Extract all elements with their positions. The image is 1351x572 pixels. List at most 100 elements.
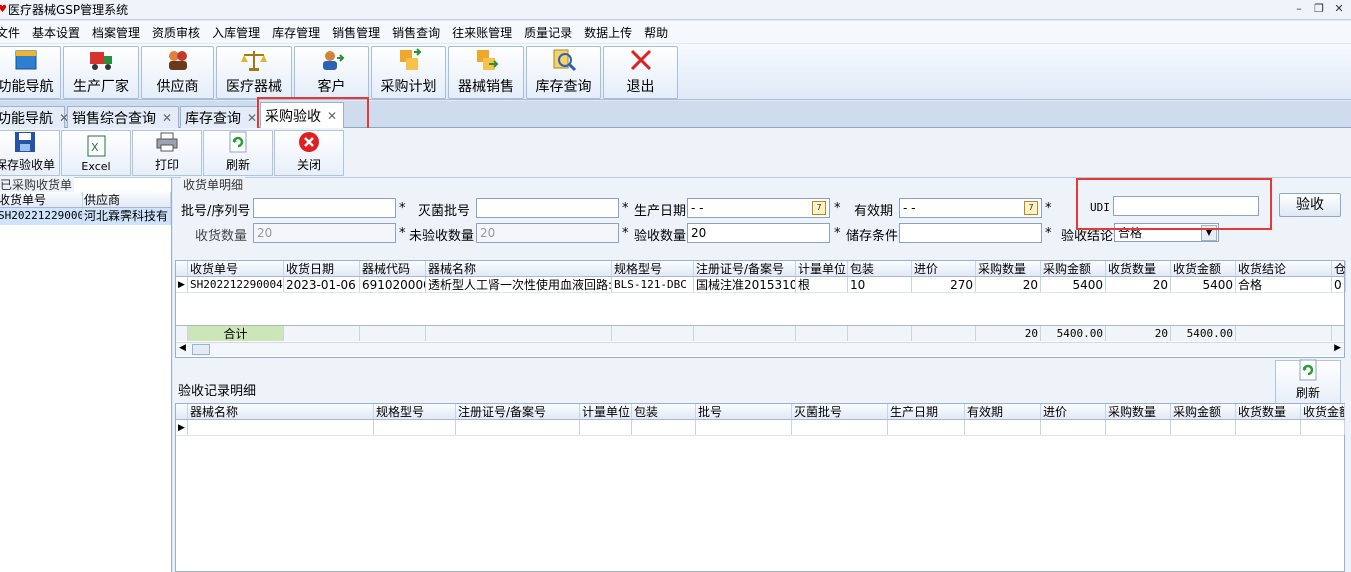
column-header[interactable]: 采购数量 xyxy=(976,261,1041,276)
save-acceptance-button[interactable]: 保存验收单 xyxy=(0,130,60,176)
close-tab-icon[interactable]: ✕ xyxy=(247,111,257,125)
printer-icon xyxy=(156,131,178,153)
column-header[interactable]: 注册证号/备案号 xyxy=(694,261,796,276)
menu-archives[interactable]: 档案管理 xyxy=(86,24,146,41)
close-button[interactable]: 关闭 xyxy=(274,130,344,176)
menu-sales-query[interactable]: 销售查询 xyxy=(386,24,446,41)
scroll-right-icon[interactable]: ▶ xyxy=(1334,343,1341,353)
column-header[interactable]: 器械代码 xyxy=(360,261,426,276)
highlight-box-udi xyxy=(1076,178,1272,230)
purchase-plan-button[interactable]: 采购计划 xyxy=(371,46,446,99)
receipt-list-panel: 已采购收货单 收货单号 供应商 SH202212290004 河北霖霁科技有 xyxy=(0,176,172,572)
column-header[interactable]: 进价 xyxy=(1041,404,1106,419)
menu-accounts[interactable]: 往来账管理 xyxy=(446,24,518,41)
column-header[interactable]: 规格型号 xyxy=(374,404,456,419)
column-header[interactable]: 采购金额 xyxy=(1041,261,1106,276)
menu-inbound[interactable]: 入库管理 xyxy=(206,24,266,41)
menu-quality[interactable]: 质量记录 xyxy=(518,24,578,41)
column-header[interactable]: 收货单号 xyxy=(188,261,284,276)
restore-icon[interactable]: ❐ xyxy=(1311,2,1327,16)
column-header[interactable]: 器械名称 xyxy=(188,404,374,419)
highlight-box-tab xyxy=(257,97,369,131)
sterile-batch-input[interactable] xyxy=(476,198,619,218)
minimize-icon[interactable]: – xyxy=(1291,2,1307,16)
column-header[interactable]: 供应商 xyxy=(83,192,171,207)
column-header[interactable]: 收货数量 xyxy=(1106,261,1171,276)
unaccepted-qty-input[interactable]: 20 xyxy=(476,223,619,243)
main-toolbar: 功能导航 生产厂家 供应商 医疗器械 客户 采购计划 器械销售 库存查询 退出 xyxy=(0,44,1351,100)
table-row[interactable]: ▶ xyxy=(176,420,1345,436)
column-header[interactable]: 收货数量 xyxy=(1236,404,1301,419)
scroll-left-icon[interactable]: ◀ xyxy=(179,343,186,353)
column-header[interactable]: 有效期 xyxy=(965,404,1041,419)
row-indicator-icon: ▶ xyxy=(176,277,188,292)
column-header[interactable]: 包装 xyxy=(632,404,696,419)
expiry-date-input[interactable]: - - xyxy=(899,198,1042,218)
inventory-query-button[interactable]: 库存查询 xyxy=(526,46,601,99)
column-header[interactable]: 包装 xyxy=(848,261,912,276)
tab-sales-query[interactable]: 销售综合查询 ✕ xyxy=(67,106,179,128)
close-window-icon[interactable]: ✕ xyxy=(1331,2,1347,16)
menu-qualification[interactable]: 资质审核 xyxy=(146,24,206,41)
receipt-row[interactable]: SH202212290004 河北霖霁科技有 xyxy=(0,208,171,225)
storage-condition-input[interactable] xyxy=(899,223,1042,243)
column-header[interactable]: 注册证号/备案号 xyxy=(456,404,580,419)
document-tabs: 功能导航 ✕ 销售综合查询 ✕ 库存查询 ✕ 采购验收 ✕ xyxy=(0,101,1351,129)
column-header[interactable]: 计量单位 xyxy=(580,404,632,419)
menu-file[interactable]: 文件 xyxy=(0,24,26,41)
column-header[interactable]: 器械名称 xyxy=(426,261,612,276)
production-date-input[interactable]: - - xyxy=(687,198,830,218)
navigation-button[interactable]: 功能导航 xyxy=(0,46,61,99)
excel-icon: X xyxy=(85,135,107,157)
column-header[interactable]: 收货日期 xyxy=(284,261,360,276)
accept-button[interactable]: 验收 xyxy=(1279,193,1341,217)
column-header[interactable]: 仓 xyxy=(1332,261,1346,276)
column-header[interactable]: 收货金额 xyxy=(1171,261,1236,276)
print-button[interactable]: 打印 xyxy=(132,130,202,176)
column-header[interactable]: 收货金额 xyxy=(1301,404,1345,419)
calendar-icon[interactable]: 7 xyxy=(1024,201,1038,215)
close-circle-icon xyxy=(298,131,320,153)
medical-device-button[interactable]: 医疗器械 xyxy=(216,46,292,99)
tab-inventory-query[interactable]: 库存查询 ✕ xyxy=(180,106,258,128)
column-header[interactable]: 收货结论 xyxy=(1236,261,1332,276)
column-header[interactable]: 计量单位 xyxy=(796,261,848,276)
table-row[interactable]: ▶ SH202212290004 2023-01-06 6910200008 透… xyxy=(176,277,1346,293)
column-header[interactable]: 灭菌批号 xyxy=(792,404,888,419)
menu-help[interactable]: 帮助 xyxy=(638,24,674,41)
menu-sales[interactable]: 销售管理 xyxy=(326,24,386,41)
manufacturer-button[interactable]: 生产厂家 xyxy=(63,46,139,99)
receipt-list-caption: 已采购收货单 xyxy=(0,176,75,193)
device-sales-button[interactable]: 器械销售 xyxy=(448,46,524,99)
column-header[interactable]: 采购数量 xyxy=(1106,404,1171,419)
svg-text:X: X xyxy=(91,141,99,154)
records-refresh-button[interactable]: 刷新 xyxy=(1275,359,1341,404)
column-header[interactable]: 收货单号 xyxy=(0,192,83,207)
menu-upload[interactable]: 数据上传 xyxy=(578,24,638,41)
scroll-thumb[interactable] xyxy=(192,344,210,355)
calendar-icon[interactable]: 7 xyxy=(812,201,826,215)
column-header[interactable]: 采购金额 xyxy=(1171,404,1236,419)
menu-basic-settings[interactable]: 基本设置 xyxy=(26,24,86,41)
customer-button[interactable]: 客户 xyxy=(294,46,369,99)
column-header[interactable]: 进价 xyxy=(912,261,976,276)
supplier-button[interactable]: 供应商 xyxy=(141,46,214,99)
tab-navigation[interactable]: 功能导航 ✕ xyxy=(0,106,69,128)
column-header[interactable]: 生产日期 xyxy=(888,404,965,419)
menu-inventory[interactable]: 库存管理 xyxy=(266,24,326,41)
supplier-icon xyxy=(165,47,191,72)
received-qty-input[interactable]: 20 xyxy=(253,223,396,243)
excel-export-button[interactable]: X Excel xyxy=(61,130,131,176)
close-tab-icon[interactable]: ✕ xyxy=(162,111,172,125)
exit-button[interactable]: 退出 xyxy=(603,46,678,99)
app-icon: ♥ xyxy=(0,4,7,15)
refresh-button[interactable]: 刷新 xyxy=(203,130,273,176)
horizontal-scrollbar[interactable]: ◀ ▶ xyxy=(176,342,1344,356)
column-header[interactable]: 规格型号 xyxy=(612,261,694,276)
batch-input[interactable] xyxy=(253,198,396,218)
accepted-qty-input[interactable]: 20 xyxy=(687,223,830,243)
receipt-list-grid: 收货单号 供应商 SH202212290004 河北霖霁科技有 xyxy=(0,192,171,225)
navigation-icon xyxy=(13,47,39,72)
truck-icon xyxy=(88,47,114,72)
column-header[interactable]: 批号 xyxy=(696,404,792,419)
